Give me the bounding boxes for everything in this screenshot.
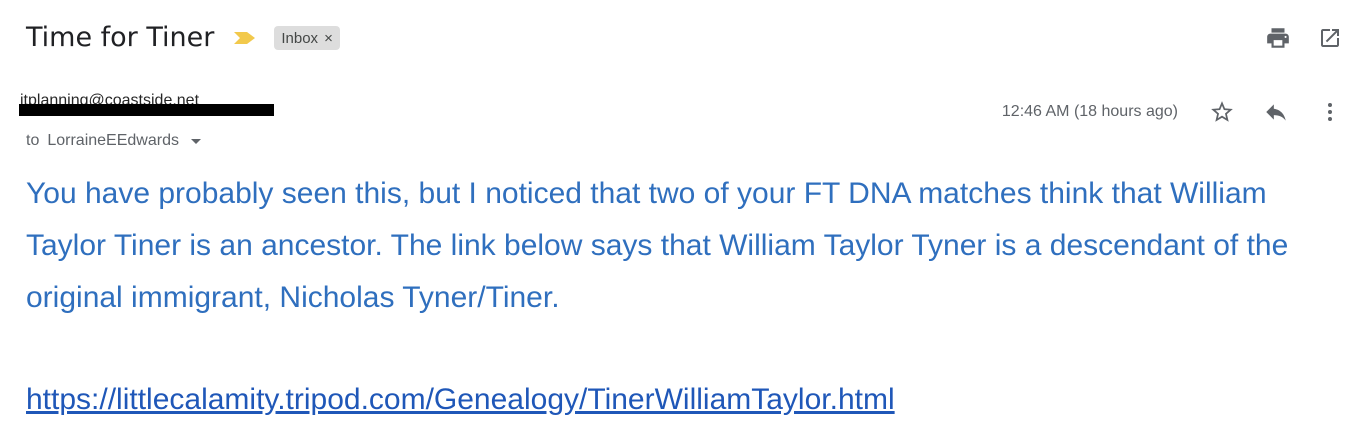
inbox-label-text: Inbox	[281, 29, 319, 47]
show-details-dropdown-icon[interactable]	[190, 138, 201, 144]
top-actions	[1262, 22, 1354, 54]
more-options-button[interactable]	[1314, 96, 1346, 128]
open-in-new-window-icon	[1321, 29, 1339, 47]
remove-label-button[interactable]: ×	[324, 30, 333, 47]
print-icon	[1267, 28, 1289, 48]
subject-row: Time for Tiner Inbox ×	[26, 18, 340, 58]
recipient-name: LorraineEEdwards	[47, 132, 179, 149]
star-button[interactable]	[1206, 96, 1238, 128]
reply-button[interactable]	[1260, 96, 1292, 128]
recipient-prefix: to	[26, 132, 40, 149]
recipient-line: to LorraineEEdwards	[26, 132, 201, 150]
message-body: You have probably seen this, but I notic…	[26, 177, 1289, 314]
reply-icon	[1266, 104, 1286, 121]
sender-redaction-bar	[19, 104, 274, 116]
star-icon	[1211, 101, 1233, 122]
importance-marker-icon[interactable]	[232, 30, 258, 46]
message-timestamp: 12:46 AM (18 hours ago)	[1001, 103, 1178, 120]
open-in-new-window-button[interactable]	[1314, 22, 1346, 54]
more-vertical-icon	[1328, 103, 1332, 121]
print-button[interactable]	[1262, 22, 1294, 54]
message-meta: 12:46 AM (18 hours ago)	[1002, 95, 1354, 129]
genealogy-link[interactable]: https://littlecalamity.tripod.com/Geneal…	[26, 374, 895, 426]
email-subject: Time for Tiner	[26, 22, 215, 53]
inbox-label-chip: Inbox ×	[274, 26, 340, 50]
